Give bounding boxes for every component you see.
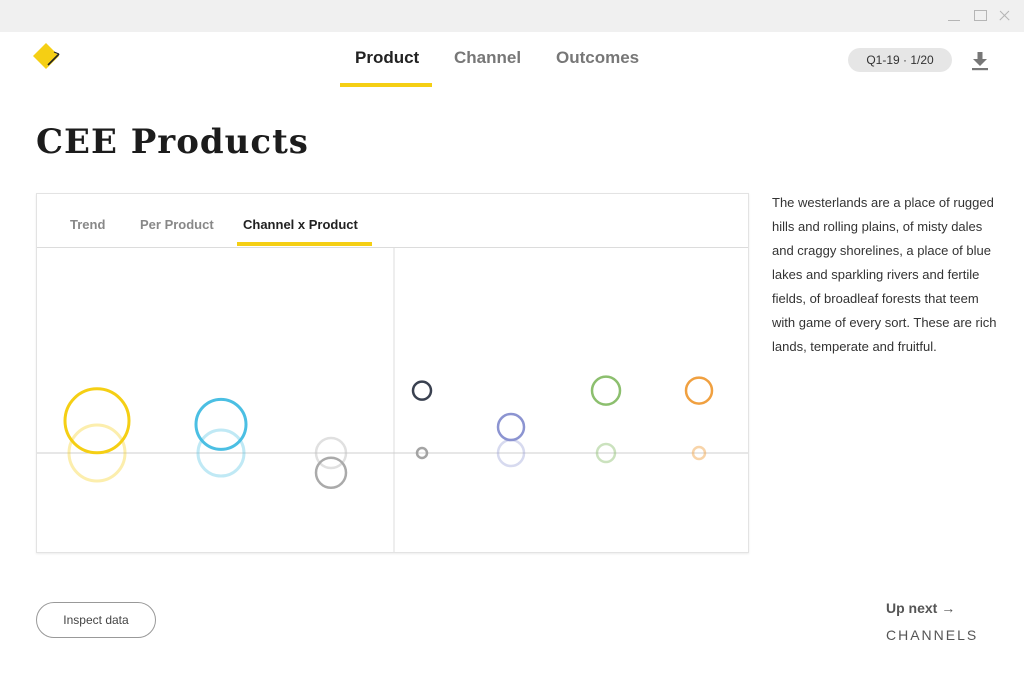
download-icon[interactable] [970, 50, 990, 72]
bubble-point[interactable] [194, 397, 248, 451]
next-section-link[interactable]: CHANNELS [886, 627, 978, 643]
tab-channel-x-product[interactable]: Channel x Product [243, 217, 358, 232]
nav-active-indicator [340, 83, 432, 87]
description-text: The westerlands are a place of rugged hi… [772, 195, 997, 354]
tab-per-product[interactable]: Per Product [140, 217, 214, 232]
bubble-point[interactable] [590, 375, 622, 406]
close-icon[interactable] [995, 6, 1015, 26]
bubble-point[interactable] [496, 412, 526, 442]
diamond-logo-icon[interactable] [32, 42, 62, 72]
period-selector[interactable]: Q1-19 · 1/20 [848, 48, 952, 72]
nav-tab-outcomes[interactable]: Outcomes [556, 48, 639, 68]
inspect-data-button[interactable]: Inspect data [36, 602, 156, 638]
window-titlebar [0, 0, 1024, 32]
page-title: CEE Products [36, 122, 309, 162]
chart-panel: Trend Per Product Channel x Product [36, 193, 749, 553]
minimize-icon[interactable] [944, 6, 964, 26]
bubble-chart [37, 248, 748, 552]
bubble-point[interactable] [411, 380, 433, 401]
bubble-point[interactable] [684, 376, 714, 405]
tab-trend[interactable]: Trend [70, 217, 105, 232]
tab-active-indicator [237, 242, 372, 246]
nav-tab-product[interactable]: Product [355, 48, 419, 68]
up-next-link[interactable]: Up next → [886, 600, 955, 616]
nav-tab-channel[interactable]: Channel [454, 48, 521, 68]
bubble-point[interactable] [314, 456, 348, 490]
maximize-icon[interactable] [970, 6, 990, 26]
bubble-point[interactable] [63, 387, 131, 455]
